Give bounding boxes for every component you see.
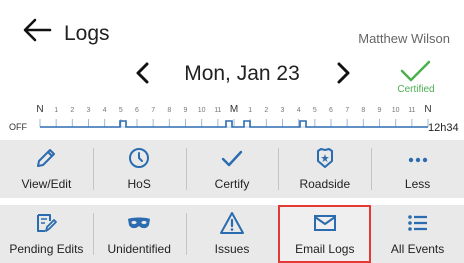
pending-edits-label: Pending Edits [9, 242, 84, 256]
page-title: Logs [64, 22, 110, 45]
hour-label: 6 [135, 107, 139, 114]
warning-icon [217, 211, 247, 235]
header-bar: Logs Matthew Wilson [0, 0, 464, 52]
hour-label: 3 [87, 107, 91, 114]
email-logs-label: Email Logs [295, 242, 355, 256]
duty-status-graph[interactable]: N 1 2 3 4 5 6 7 8 9 10 11 M 1 2 3 4 5 6 7 8 9 10 11 N OFF [0, 100, 464, 142]
roadside-button[interactable]: Roadside [278, 140, 371, 198]
hour-label: 8 [361, 107, 365, 114]
hour-label: 9 [378, 107, 382, 114]
unidentified-button[interactable]: Unidentified [92, 205, 186, 263]
roadside-label: Roadside [299, 177, 351, 191]
hour-label: 2 [70, 107, 74, 114]
hos-button[interactable]: HoS [92, 140, 186, 198]
graph-ticks [39, 119, 429, 127]
certified-label: Certified [397, 84, 435, 95]
hour-label: 3 [281, 107, 285, 114]
view-edit-button[interactable]: View/Edit [0, 140, 93, 198]
hour-labels: N 1 2 3 4 5 6 7 8 9 10 11 M 1 2 3 4 5 6 7 8 9 10 11 N [36, 104, 431, 115]
chevron-left-icon[interactable] [133, 60, 153, 86]
all-events-label: All Events [390, 242, 445, 256]
hour-label: 4 [297, 107, 301, 114]
hour-label: 11 [408, 107, 415, 114]
row-divider [0, 198, 464, 205]
less-label: Less [404, 177, 431, 191]
hour-label: 2 [264, 107, 268, 114]
back-arrow-icon[interactable] [22, 18, 52, 42]
hour-label: 1 [248, 107, 252, 114]
ellipsis-icon [403, 146, 433, 170]
log-date: Mon, Jan 23 [184, 62, 300, 85]
hour-label: N [36, 104, 43, 115]
hour-label: 8 [167, 107, 171, 114]
checkmark-icon [217, 146, 247, 170]
action-row-secondary: Pending Edits Unidentified Issues Email … [0, 205, 464, 263]
hour-label: 4 [103, 107, 107, 114]
hour-label: 9 [184, 107, 188, 114]
hour-label: 10 [198, 107, 206, 114]
unidentified-label: Unidentified [107, 242, 171, 256]
hour-label: 1 [54, 107, 58, 114]
chevron-right-icon[interactable] [333, 60, 353, 86]
certified-check-icon [400, 60, 431, 82]
hour-label: 5 [119, 107, 123, 114]
hour-label: 7 [151, 107, 155, 114]
clock-icon [124, 146, 154, 170]
hour-label: M [230, 104, 238, 115]
action-row-primary: View/Edit HoS Certify Roadside Less [0, 140, 464, 198]
view-edit-label: View/Edit [21, 177, 72, 191]
mask-icon [124, 211, 154, 235]
pencil-icon [31, 146, 61, 170]
less-button[interactable]: Less [371, 140, 464, 198]
hour-label: 7 [345, 107, 349, 114]
list-icon [403, 211, 433, 235]
certify-button[interactable]: Certify [185, 140, 279, 198]
hour-label: 10 [392, 107, 400, 114]
driver-name: Matthew Wilson [358, 31, 450, 46]
edit-document-icon [31, 211, 61, 235]
pending-edits-button[interactable]: Pending Edits [0, 205, 93, 263]
off-duty-total: 12h34 [428, 122, 459, 134]
hour-label: N [424, 104, 431, 115]
badge-icon [310, 146, 340, 170]
hour-label: 5 [313, 107, 317, 114]
email-logs-button[interactable]: Email Logs [278, 205, 372, 263]
issues-label: Issues [214, 242, 250, 256]
certify-label: Certify [214, 177, 250, 191]
hour-label: 11 [214, 107, 221, 114]
hos-label: HoS [127, 177, 151, 191]
issues-button[interactable]: Issues [185, 205, 279, 263]
mail-icon [310, 211, 340, 235]
all-events-button[interactable]: All Events [371, 205, 464, 263]
hour-label: 6 [329, 107, 333, 114]
status-label-off: OFF [9, 122, 27, 132]
